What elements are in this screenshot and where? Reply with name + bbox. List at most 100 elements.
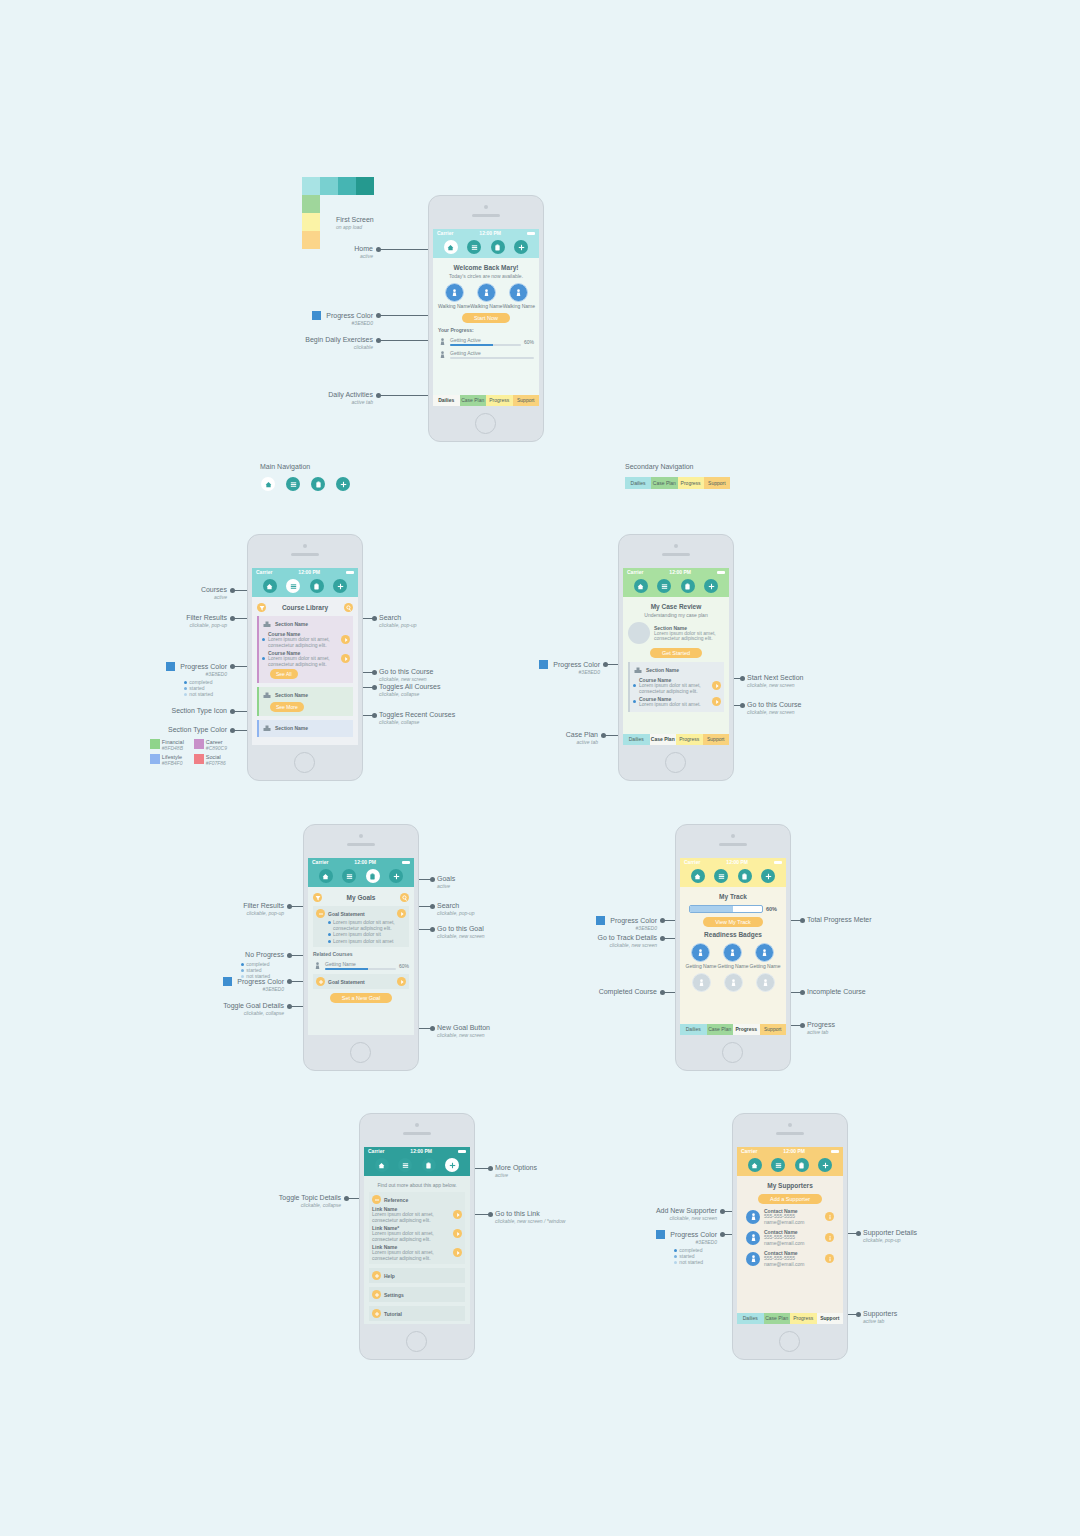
info-icon[interactable] [825,1254,834,1263]
topic-card[interactable]: Reference Link NameLorem ipsum dolor sit… [369,1192,465,1264]
menu-item[interactable]: Settings [369,1287,465,1302]
nav-button[interactable] [333,579,347,593]
nav-button[interactable] [491,240,505,254]
home-button[interactable] [665,752,686,773]
collapse-icon[interactable] [316,909,325,918]
nav-button[interactable] [761,869,775,883]
nav-button[interactable] [704,579,718,593]
tab[interactable]: Dailies [680,1024,707,1035]
toggle-button[interactable]: See More [270,702,304,712]
expand-icon[interactable] [316,977,325,986]
tab[interactable]: Support [817,1313,844,1324]
nav-button[interactable] [738,869,752,883]
arrow-icon[interactable] [712,681,721,690]
nav-button[interactable] [818,1158,832,1172]
nav-button[interactable] [514,240,528,254]
section-card[interactable]: Section Name See More [257,687,353,716]
arrow-icon[interactable] [453,1248,462,1257]
goal-card[interactable]: Goal Statement [313,974,409,989]
secondary-tab[interactable]: Support [704,477,730,489]
course-item[interactable]: Course NameLorem ipsum dolor sit amet, c… [262,650,350,667]
tab[interactable]: Support [760,1024,787,1035]
tab[interactable]: Progress [676,734,703,745]
action-button[interactable]: View My Track [703,917,763,927]
badge[interactable] [756,973,775,992]
tab[interactable]: Support [703,734,730,745]
nav-button[interactable] [398,1158,412,1172]
nav-button[interactable] [261,477,275,491]
badge[interactable] [692,973,711,992]
secondary-tab[interactable]: Dailies [625,477,651,489]
filter-icon[interactable] [257,603,266,612]
course-item[interactable]: Course NameLorem ipsum dolor sit amet, c… [262,631,350,648]
tab[interactable]: Case Plan [707,1024,734,1035]
badge[interactable]: Walking Name [438,283,470,309]
link-item[interactable]: Link Name*Lorem ipsum dolor sit amet, co… [372,1225,462,1242]
action-button[interactable]: Add a Supporter [758,1194,822,1204]
nav-button[interactable] [336,477,350,491]
nav-button[interactable] [263,579,277,593]
nav-button[interactable] [444,240,458,254]
search-icon[interactable] [400,893,409,902]
arrow-icon[interactable] [397,977,406,986]
arrow-icon[interactable] [453,1229,462,1238]
nav-button[interactable] [771,1158,785,1172]
badge[interactable]: Getting Name [718,943,749,969]
collapse-icon[interactable] [372,1195,381,1204]
arrow-icon[interactable] [453,1210,462,1219]
action-button[interactable]: Set a New Goal [330,993,393,1003]
info-icon[interactable] [825,1212,834,1221]
arrow-icon[interactable] [341,654,350,663]
nav-button[interactable] [657,579,671,593]
nav-button[interactable] [319,869,333,883]
search-icon[interactable] [344,603,353,612]
secondary-tab[interactable]: Case Plan [651,477,677,489]
action-button[interactable]: Start Now [462,313,510,323]
arrow-icon[interactable] [341,635,350,644]
arrow-icon[interactable] [397,909,406,918]
action-button[interactable]: Get Started [650,648,702,658]
link-item[interactable]: Link NameLorem ipsum dolor sit amet, con… [372,1244,462,1261]
nav-button[interactable] [467,240,481,254]
tab[interactable]: Case Plan [764,1313,791,1324]
course-item[interactable]: Course NameLorem ipsum dolor sit amet, c… [633,677,721,694]
tab[interactable]: Dailies [737,1313,764,1324]
home-button[interactable] [406,1331,427,1352]
secondary-tab[interactable]: Progress [678,477,704,489]
badge[interactable]: Getting Name [686,943,717,969]
home-button[interactable] [722,1042,743,1063]
nav-button[interactable] [342,869,356,883]
nav-button[interactable] [445,1158,459,1172]
tab[interactable]: Support [513,395,540,406]
nav-button[interactable] [714,869,728,883]
tab[interactable]: Case Plan [650,734,677,745]
nav-button[interactable] [311,477,325,491]
nav-button[interactable] [286,579,300,593]
badge[interactable]: Walking Name [503,283,535,309]
nav-button[interactable] [366,869,380,883]
badge[interactable] [724,973,743,992]
nav-button[interactable] [748,1158,762,1172]
course-item[interactable]: Course NameLorem ipsum dolor sit amet. [633,696,721,708]
filter-icon[interactable] [313,893,322,902]
supporter-row[interactable]: Contact Name 555-555-5555 name@email.com [742,1208,838,1225]
tab[interactable]: Dailies [433,395,460,406]
nav-button[interactable] [286,477,300,491]
info-icon[interactable] [825,1233,834,1242]
tab[interactable]: Progress [790,1313,817,1324]
nav-button[interactable] [375,1158,389,1172]
goal-card[interactable]: Goal Statement Lorem ipsum dolor sit ame… [313,906,409,947]
badge[interactable]: Walking Name [470,283,502,309]
arrow-icon[interactable] [712,697,721,706]
supporter-row[interactable]: Contact Name 555-555-5555 name@email.com [742,1229,838,1246]
tab[interactable]: Dailies [623,734,650,745]
supporter-row[interactable]: Contact Name 555-555-5555 name@email.com [742,1250,838,1267]
menu-item[interactable]: Tutorial [369,1306,465,1321]
tab[interactable]: Progress [733,1024,760,1035]
nav-button[interactable] [310,579,324,593]
nav-button[interactable] [691,869,705,883]
section-card[interactable]: Section Name [257,720,353,737]
menu-item[interactable]: Help [369,1268,465,1283]
nav-button[interactable] [422,1158,436,1172]
badge[interactable]: Getting Name [750,943,781,969]
